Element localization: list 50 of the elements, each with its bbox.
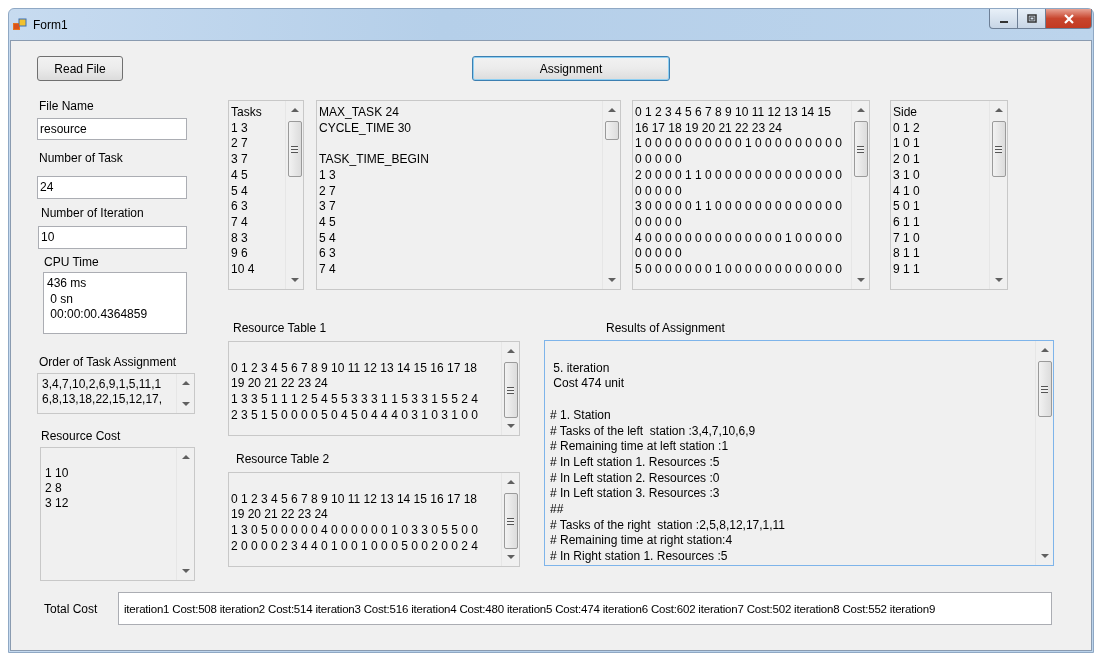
text-box[interactable] bbox=[632, 100, 870, 290]
scrollbar[interactable] bbox=[285, 101, 303, 289]
maximize-icon bbox=[1026, 13, 1037, 24]
scrollbar[interactable] bbox=[501, 342, 519, 435]
field-label: CPU Time bbox=[43, 254, 100, 270]
scrollbar[interactable] bbox=[501, 473, 519, 566]
section-label: Resource Table 2 bbox=[235, 451, 331, 467]
input-field[interactable]: 24 bbox=[37, 176, 187, 199]
text-field[interactable]: 436 ms 0 sn 00:00:00.4364859 bbox=[43, 272, 187, 334]
section-label: Resource Table 1 bbox=[232, 320, 328, 336]
minimize-button[interactable] bbox=[989, 9, 1018, 29]
box-text: 0 1 2 3 4 5 6 7 8 9 10 11 12 13 14 15 16 17 18 19 20 21 22 23 24 1 3 0 5 0 0 0 0 0 4 0 0 0 0 0 0 1 0 3 3 0 5 5 0 0 2 0 0 0 0 2 3 4 4 0 1 0 0 1 0 0 0 5 0 0 2 0 0 2 4 bbox=[230, 490, 479, 555]
window-title: Form1 bbox=[33, 17, 68, 32]
text-box[interactable]: 0 1 2 3 4 5 6 7 8 9 10 11 12 13 14 15 16 17 18 19 20 21 22 23 24 1 3 0 5 0 0 0 0 0 4 0 0 0 0 0 0 1 0 3 3 0 5 5 0 0 2 0 0 0 0 2 3 4 4 0 1 0 0 1 0 0 0 5 0 0 2 0 0 2 4 bbox=[228, 472, 520, 567]
scrollbar[interactable] bbox=[602, 101, 620, 289]
section-label: Results of Assignment bbox=[605, 320, 726, 336]
text-box[interactable]: MAX_TASK 24 CYCLE_TIME 30 TASK_TIME_BEGIN 1 3 2 7 3 7 4 5 5 4 6 3 7 4 bbox=[316, 100, 621, 290]
close-button[interactable] bbox=[1046, 9, 1092, 29]
text-box[interactable]: 1 10 2 8 3 12 bbox=[40, 447, 195, 581]
app-icon bbox=[13, 17, 27, 32]
scrollbar[interactable] bbox=[851, 101, 869, 289]
text-box[interactable]: Tasks 1 3 2 7 3 7 4 5 5 4 6 3 7 4 8 3 9 6 10 4 bbox=[228, 100, 304, 290]
box-text: MAX_TASK 24 CYCLE_TIME 30 TASK_TIME_BEGIN 1 3 2 7 3 7 4 5 5 4 6 3 7 4 bbox=[318, 104, 430, 279]
box-text: 1 10 2 8 3 12 bbox=[44, 465, 70, 512]
input-field[interactable]: 10 bbox=[38, 226, 187, 249]
box-text: Side 0 1 2 1 0 1 2 0 1 3 1 0 4 1 0 5 0 1 6 1 1 7 1 0 8 1 1 9 1 1 bbox=[892, 104, 921, 279]
read-file-button[interactable]: Read File bbox=[37, 56, 123, 81]
box-text: 0 1 2 3 4 5 6 7 8 9 10 11 12 13 14 15 16 17 18 19 20 21 22 23 24 1 0 0 0 0 0 0 0 0 0 0 1 0 0 0 0 0 0 0 0 0 0 0 0 0 0 2 0 0 0 0 1 1 0 0 0 0 0 0 0 0 0 0 0 0 0 0 0 0 0 0 0 3 0 0 0 0 0 1 1 0 0 0 0 0 0 0 0 0 0 0 0 0 0 0 0 0 0 4 0 0 0 0 0 0 0 0 0 0 0 0 0 0 1 0 0 0 0 0 0 0 0 0 0 5 0 0 0 0 0 0 0 1 0 0 0 0 0 0 0 0 0 0 0 0 bbox=[634, 104, 843, 279]
box-text: 3,4,7,10,2,6,9,1,5,11,1 6,8,13,18,22,15,12,17, bbox=[41, 376, 164, 408]
text-box[interactable]: 3,4,7,10,2,6,9,1,5,11,1 6,8,13,18,22,15,12,17, bbox=[37, 373, 195, 414]
field-label: Resource Cost bbox=[40, 428, 122, 444]
field-label: File Name bbox=[38, 98, 95, 114]
text-box[interactable]: Side 0 1 2 1 0 1 2 0 1 3 1 0 4 1 0 5 0 1 6 1 1 7 1 0 8 1 1 9 1 1 bbox=[890, 100, 1008, 290]
input-field[interactable]: resource bbox=[37, 118, 187, 140]
text-box[interactable] bbox=[544, 340, 1054, 566]
box-text: 5. iteration Cost 474 unit # 1. Station # Tasks of the left station :3,4,7,10,6,9 # Remaining time at left station :1 # In Left station 1. Resources :5 # In Left station 2. Resources :0 # In Left station 3. Resources :3 ## # Tasks of the right station :2,5,8,12,17,1,11 # Remaining time at right station:4 # In Right station 1. Resources :5 bbox=[549, 359, 787, 565]
assignment-button[interactable]: Assignment bbox=[472, 56, 670, 81]
minimize-icon bbox=[999, 20, 1008, 23]
field-label: Order of Task Assignment bbox=[38, 354, 178, 370]
close-icon bbox=[1062, 13, 1075, 24]
maximize-button[interactable] bbox=[1018, 9, 1046, 29]
text-box[interactable]: 0 1 2 3 4 5 6 7 8 9 10 11 12 13 14 15 16 17 18 19 20 21 22 23 24 1 3 3 5 1 1 1 2 5 4 5 5 3 3 3 1 1 5 3 3 1 5 5 2 4 2 3 5 1 5 0 0 0 0 5 0 4 5 0 4 4 4 0 3 1 0 3 1 0 0 bbox=[228, 341, 520, 436]
input-field[interactable]: iteration1 Cost:508 iteration2 Cost:514 iteration3 Cost:516 iteration4 Cost:480 iteration5 Cost:474 iteration6 Cost:602 iteration7 Cost:502 iteration8 Cost:552 iteration9 bbox=[118, 592, 1052, 625]
scrollbar[interactable] bbox=[989, 101, 1007, 289]
box-text: 0 1 2 3 4 5 6 7 8 9 10 11 12 13 14 15 16 17 18 19 20 21 22 23 24 1 3 3 5 1 1 1 2 5 4 5 5 3 3 3 1 1 5 3 3 1 5 5 2 4 2 3 5 1 5 0 0 0 0 5 0 4 5 0 4 4 4 0 3 1 0 3 1 0 0 bbox=[230, 359, 479, 424]
field-label: Number of Task bbox=[38, 150, 124, 166]
box-text: Tasks 1 3 2 7 3 7 4 5 5 4 6 3 7 4 8 3 9 6 10 4 bbox=[230, 104, 263, 279]
field-label: Total Cost bbox=[44, 601, 99, 616]
scrollbar[interactable] bbox=[1035, 341, 1053, 565]
field-label: Number of Iteration bbox=[40, 205, 145, 221]
